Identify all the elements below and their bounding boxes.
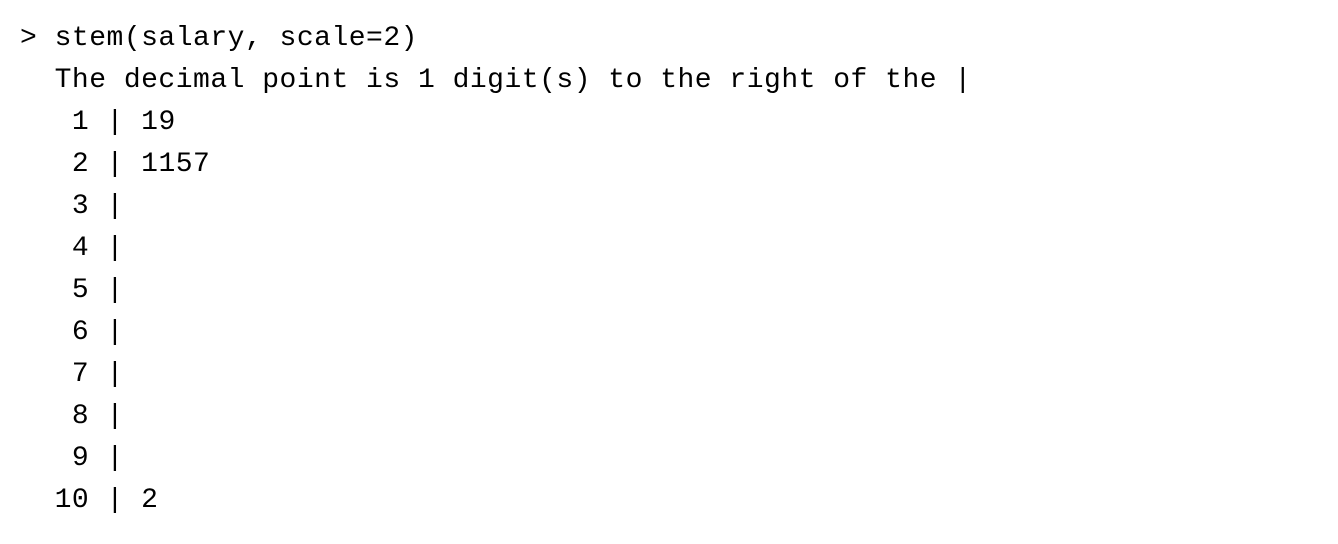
stem-separator: |	[89, 443, 141, 474]
leaves-value: 1157	[141, 149, 210, 180]
stem-separator: |	[89, 401, 141, 432]
row-indent	[20, 359, 55, 390]
stem-value: 6	[55, 317, 90, 348]
stem-value: 10	[55, 485, 90, 516]
stem-row: 7 |	[20, 354, 1318, 396]
row-indent	[20, 233, 55, 264]
stem-separator: |	[89, 191, 141, 222]
stem-row: 9 |	[20, 438, 1318, 480]
stem-value: 1	[55, 107, 90, 138]
stem-row: 6 |	[20, 312, 1318, 354]
prompt-symbol: >	[20, 23, 55, 54]
stem-value: 2	[55, 149, 90, 180]
stem-leaf-rows: 1 | 19 2 | 1157 3 | 4 | 5 | 6 | 7 | 8 | …	[20, 102, 1318, 522]
row-indent	[20, 401, 55, 432]
row-indent	[20, 149, 55, 180]
info-indent	[20, 65, 55, 96]
stem-separator: |	[89, 107, 141, 138]
row-indent	[20, 317, 55, 348]
row-indent	[20, 485, 55, 516]
row-indent	[20, 443, 55, 474]
stem-separator: |	[89, 359, 141, 390]
stem-value: 9	[55, 443, 90, 474]
stem-value: 8	[55, 401, 90, 432]
stem-row: 10 | 2	[20, 480, 1318, 522]
stem-value: 7	[55, 359, 90, 390]
stem-separator: |	[89, 149, 141, 180]
stem-value: 4	[55, 233, 90, 264]
stem-separator: |	[89, 317, 141, 348]
stem-row: 2 | 1157	[20, 144, 1318, 186]
stem-value: 5	[55, 275, 90, 306]
stem-row: 1 | 19	[20, 102, 1318, 144]
leaves-value: 2	[141, 485, 158, 516]
info-line: The decimal point is 1 digit(s) to the r…	[20, 60, 1318, 102]
stem-separator: |	[89, 485, 141, 516]
stem-value: 3	[55, 191, 90, 222]
stem-separator: |	[89, 233, 141, 264]
stem-row: 5 |	[20, 270, 1318, 312]
stem-row: 8 |	[20, 396, 1318, 438]
info-text: The decimal point is 1 digit(s) to the r…	[55, 65, 972, 96]
stem-row: 3 |	[20, 186, 1318, 228]
row-indent	[20, 107, 55, 138]
row-indent	[20, 275, 55, 306]
stem-row: 4 |	[20, 228, 1318, 270]
row-indent	[20, 191, 55, 222]
stem-separator: |	[89, 275, 141, 306]
leaves-value: 19	[141, 107, 176, 138]
command-text: stem(salary, scale=2)	[55, 23, 418, 54]
command-line: > stem(salary, scale=2)	[20, 18, 1318, 60]
